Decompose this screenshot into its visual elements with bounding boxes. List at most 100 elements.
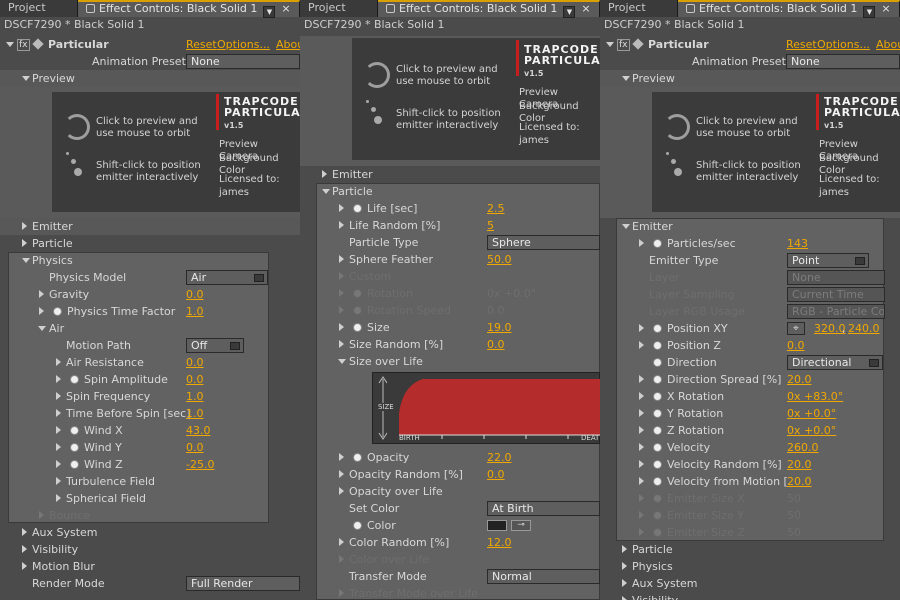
expand-icon[interactable] (39, 511, 44, 519)
crosshair-icon[interactable]: ⌖ (787, 322, 805, 335)
stopwatch-icon[interactable] (70, 443, 79, 452)
stopwatch-icon[interactable] (353, 204, 362, 213)
tab-effect-controls[interactable]: Effect Controls: Black Solid 1 ▼ × (78, 0, 300, 18)
expand-icon[interactable] (622, 579, 627, 587)
sphere-feather-value[interactable]: 50.0 (487, 251, 512, 268)
expand-icon[interactable] (339, 470, 344, 478)
lock-icon[interactable] (686, 4, 695, 13)
expand-icon[interactable] (39, 307, 44, 315)
expand-icon[interactable] (22, 528, 27, 536)
velocity-random-value[interactable]: 20.0 (787, 456, 812, 473)
close-icon[interactable]: × (881, 2, 890, 15)
physics-model-dropdown[interactable]: Air (186, 270, 268, 285)
expand-icon[interactable] (56, 494, 61, 502)
expand-icon[interactable] (639, 426, 644, 434)
set-color-dropdown[interactable]: At Birth (487, 501, 600, 516)
expand-icon[interactable] (56, 460, 61, 468)
visibility-section[interactable]: Visibility (0, 541, 300, 558)
about-link[interactable]: About... (276, 36, 300, 53)
visibility-section[interactable]: Visibility (600, 592, 900, 600)
expand-icon[interactable] (339, 272, 344, 280)
expand-icon[interactable] (639, 460, 644, 468)
stopwatch-icon[interactable] (653, 443, 662, 452)
expand-icon[interactable] (22, 239, 27, 247)
expand-icon[interactable] (639, 239, 644, 247)
stopwatch-icon[interactable] (70, 375, 79, 384)
fx-icon[interactable]: fx (617, 39, 630, 51)
particle-section[interactable]: Particle (300, 183, 600, 200)
expand-icon[interactable] (322, 189, 330, 194)
expand-icon[interactable] (339, 221, 344, 229)
stopwatch-icon[interactable] (70, 426, 79, 435)
custom-row[interactable]: Custom (300, 268, 600, 285)
x-rotation-value[interactable]: 0x +83.0° (787, 388, 843, 405)
velocity-from-motion-value[interactable]: 20.0 (787, 473, 812, 490)
animation-presets-dropdown[interactable]: None (786, 54, 900, 69)
expand-icon[interactable] (339, 487, 344, 495)
tab-effect-controls[interactable]: Effect Controls: Black Solid 1 ▼ × (678, 0, 900, 18)
emitter-type-dropdown[interactable]: Point (787, 253, 869, 268)
stopwatch-icon[interactable] (653, 341, 662, 350)
expand-icon[interactable] (22, 562, 27, 570)
eyedropper-icon[interactable]: ⊸ (511, 520, 531, 531)
expand-icon[interactable] (339, 453, 344, 461)
transfer-mode-over-life-row[interactable]: Transfer Mode over Life (300, 585, 600, 600)
color-over-life-row[interactable]: Color over Life (300, 551, 600, 568)
panel-menu-icon[interactable]: ▼ (263, 6, 276, 18)
expand-icon[interactable] (639, 477, 644, 485)
tab-project[interactable]: Project (300, 0, 378, 17)
air-resistance-value[interactable]: 0.0 (186, 354, 204, 371)
expand-icon[interactable] (622, 545, 627, 553)
expand-icon[interactable] (339, 340, 344, 348)
stopwatch-icon[interactable] (653, 324, 662, 333)
emitter-section[interactable]: Emitter (300, 166, 600, 183)
expand-icon[interactable] (339, 555, 344, 563)
expand-icon[interactable] (622, 562, 627, 570)
render-mode-dropdown[interactable]: Full Render (186, 576, 300, 591)
velocity-value[interactable]: 260.0 (787, 439, 819, 456)
preview-section[interactable]: Preview (0, 70, 300, 87)
aux-system-section[interactable]: Aux System (0, 524, 300, 541)
expand-icon[interactable] (56, 358, 61, 366)
expand-icon[interactable] (56, 477, 61, 485)
time-before-spin-value[interactable]: 1.0 (186, 405, 204, 422)
direction-dropdown[interactable]: Directional (787, 355, 883, 370)
preview-box[interactable]: Click to preview and use mouse to orbit S… (52, 92, 300, 212)
position-z-value[interactable]: 0.0 (787, 337, 805, 354)
expand-icon[interactable] (339, 538, 344, 546)
position-x-value[interactable]: 320.0 (814, 320, 846, 337)
motion-blur-section[interactable]: Motion Blur (0, 558, 300, 575)
expand-icon[interactable] (639, 324, 644, 332)
expand-icon[interactable] (639, 528, 644, 536)
direction-spread-value[interactable]: 20.0 (787, 371, 812, 388)
expand-icon[interactable] (622, 224, 630, 229)
particles-sec-value[interactable]: 143 (787, 235, 808, 252)
expand-icon[interactable] (38, 326, 46, 331)
transfer-mode-dropdown[interactable]: Normal (487, 569, 600, 584)
air-section[interactable]: Air (0, 320, 270, 337)
stopwatch-icon[interactable] (353, 521, 362, 530)
about-link[interactable]: About... (876, 36, 900, 53)
fx-icon[interactable]: fx (17, 39, 30, 51)
turbulence-field-row[interactable]: Turbulence Field (0, 473, 270, 490)
opacity-random-value[interactable]: 0.0 (487, 466, 505, 483)
life-random-value[interactable]: 5 (487, 217, 494, 234)
expand-icon[interactable] (322, 170, 327, 178)
spherical-field-row[interactable]: Spherical Field (0, 490, 270, 507)
wind-x-value[interactable]: 43.0 (186, 422, 211, 439)
stopwatch-icon[interactable] (653, 426, 662, 435)
emitter-section[interactable]: Emitter (0, 218, 300, 235)
expand-icon[interactable] (639, 511, 644, 519)
expand-icon[interactable] (339, 589, 344, 597)
expand-icon[interactable] (339, 289, 344, 297)
tab-project[interactable]: Project (600, 0, 678, 17)
expand-icon[interactable] (22, 545, 27, 553)
expand-icon[interactable] (639, 443, 644, 451)
expand-icon[interactable] (339, 255, 344, 263)
stopwatch-icon[interactable] (653, 239, 662, 248)
expand-icon[interactable] (339, 306, 344, 314)
stopwatch-icon[interactable] (653, 358, 662, 367)
preview-box[interactable]: Click to preview and use mouse to orbit S… (352, 38, 600, 160)
spin-amplitude-value[interactable]: 0.0 (186, 371, 204, 388)
expand-icon[interactable] (639, 341, 644, 349)
